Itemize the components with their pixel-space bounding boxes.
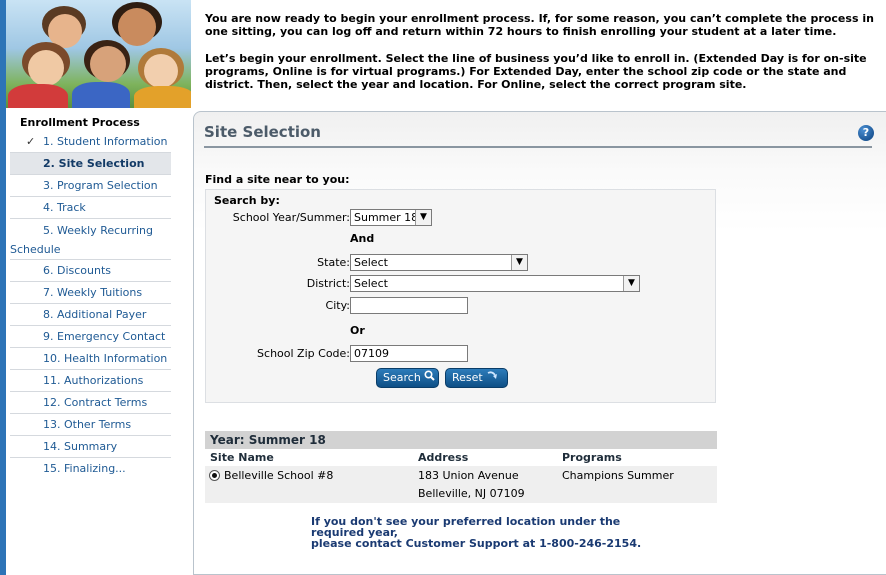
state-select[interactable]: Select ▼ xyxy=(350,254,528,271)
city-input[interactable] xyxy=(350,297,468,314)
city-label: City: xyxy=(325,299,350,312)
district-select[interactable]: Select ▼ xyxy=(350,275,640,292)
site-selection-panel: Site Selection ? Find a site near to you… xyxy=(193,111,886,575)
page-title: Site Selection xyxy=(204,123,321,141)
sidebar-item-label: 12. Contract Terms xyxy=(43,396,148,409)
search-by-label: Search by: xyxy=(214,194,280,207)
sidebar-item-program-selection[interactable]: 3. Program Selection xyxy=(10,175,171,197)
site-name-cell: Belleville School #8 xyxy=(224,469,334,482)
program-cell: Champions Summer xyxy=(562,469,674,482)
results-table: Year: Summer 18 Site Name Address Progra… xyxy=(205,431,717,503)
school-year-label: School Year/Summer: xyxy=(232,211,350,224)
sidebar-title: Enrollment Process xyxy=(20,116,140,129)
sidebar-item-site-selection[interactable]: 2. Site Selection xyxy=(10,153,171,175)
help-icon[interactable]: ? xyxy=(858,125,874,141)
sidebar-item-contract-terms[interactable]: 12. Contract Terms xyxy=(10,392,171,414)
sidebar-item-label: 7. Weekly Tuitions xyxy=(43,286,143,299)
title-divider xyxy=(204,146,872,148)
sidebar-item-label: 11. Authorizations xyxy=(43,374,144,387)
search-button-label: Search xyxy=(383,371,421,384)
district-label: District: xyxy=(306,277,350,290)
state-label: State: xyxy=(317,256,350,269)
sidebar-item-label: 5. Weekly Recurring xyxy=(43,224,153,237)
check-icon: ✓ xyxy=(26,135,36,148)
or-separator: Or xyxy=(350,324,365,337)
column-site-name: Site Name xyxy=(210,451,274,464)
address-line-2-cell: Belleville, NJ 07109 xyxy=(418,487,525,500)
sidebar-item-health-information[interactable]: 10. Health Information xyxy=(10,348,171,370)
reset-arrow-icon xyxy=(486,371,498,384)
sidebar-item-additional-payer[interactable]: 8. Additional Payer xyxy=(10,304,171,326)
sidebar-item-weekly-recurring-schedule[interactable]: 5. Weekly Recurring Schedule xyxy=(10,219,171,260)
sidebar-item-other-terms[interactable]: 13. Other Terms xyxy=(10,414,171,436)
search-icon xyxy=(424,370,435,384)
results-year-heading: Year: Summer 18 xyxy=(205,431,717,449)
reset-button[interactable]: Reset xyxy=(445,368,508,388)
address-line-1-cell: 183 Union Avenue xyxy=(418,469,519,482)
and-separator: And xyxy=(350,232,375,245)
sidebar-item-label: 1. Student Information xyxy=(43,135,168,148)
sidebar-item-discounts[interactable]: 6. Discounts xyxy=(10,260,171,282)
sidebar-item-label: 15. Finalizing... xyxy=(43,462,126,475)
sidebar-item-label-continued: Schedule xyxy=(10,243,61,256)
search-button[interactable]: Search xyxy=(376,368,439,388)
sidebar-item-weekly-tuitions[interactable]: 7. Weekly Tuitions xyxy=(10,282,171,304)
sidebar-item-track[interactable]: 4. Track xyxy=(10,197,171,219)
sidebar-item-label: 14. Summary xyxy=(43,440,118,453)
sidebar-item-label: 4. Track xyxy=(43,201,86,214)
header-kids-photo xyxy=(6,0,191,108)
state-value: Select xyxy=(354,256,388,269)
sidebar-item-label: 10. Health Information xyxy=(43,352,168,365)
sidebar-item-label: 6. Discounts xyxy=(43,264,112,277)
sidebar-item-emergency-contact[interactable]: 9. Emergency Contact xyxy=(10,326,171,348)
school-year-value: Summer 18 xyxy=(354,211,419,224)
sidebar-item-label: 9. Emergency Contact xyxy=(43,330,166,343)
zip-code-input[interactable]: 07109 xyxy=(350,345,468,362)
intro-paragraph-2: Let’s begin your enrollment. Select the … xyxy=(205,52,867,91)
customer-support-note: If you don't see your preferred location… xyxy=(311,516,641,549)
district-value: Select xyxy=(354,277,388,290)
sidebar-item-finalizing[interactable]: 15. Finalizing... xyxy=(10,458,171,480)
intro-text: You are now ready to begin your enrollme… xyxy=(205,12,886,105)
sidebar-item-label: 8. Additional Payer xyxy=(43,308,147,321)
sidebar-item-student-information[interactable]: ✓ 1. Student Information xyxy=(10,131,171,153)
column-programs: Programs xyxy=(562,451,622,464)
support-line-3: please contact Customer Support at 1-800… xyxy=(311,537,642,550)
table-row[interactable]: Belleville School #8 183 Union Avenue Be… xyxy=(205,466,717,503)
sidebar-item-label: 13. Other Terms xyxy=(43,418,132,431)
sidebar-item-label: 2. Site Selection xyxy=(43,157,145,170)
site-radio-selected[interactable] xyxy=(209,470,220,481)
sidebar-item-authorizations[interactable]: 11. Authorizations xyxy=(10,370,171,392)
enrollment-sidebar: Enrollment Process ✓ 1. Student Informat… xyxy=(10,114,171,480)
sidebar-item-label: 3. Program Selection xyxy=(43,179,158,192)
school-year-select[interactable]: Summer 18 ▼ xyxy=(350,209,432,226)
chevron-down-icon: ▼ xyxy=(511,255,527,270)
zip-code-label: School Zip Code: xyxy=(257,347,350,360)
search-form: Search by: School Year/Summer: Summer 18… xyxy=(205,189,716,403)
chevron-down-icon: ▼ xyxy=(415,210,431,225)
sidebar-item-summary[interactable]: 14. Summary xyxy=(10,436,171,458)
chevron-down-icon: ▼ xyxy=(623,276,639,291)
intro-paragraph-1: You are now ready to begin your enrollme… xyxy=(205,12,874,38)
reset-button-label: Reset xyxy=(452,371,483,384)
results-column-headers: Site Name Address Programs xyxy=(205,449,717,466)
column-address: Address xyxy=(418,451,469,464)
find-site-label: Find a site near to you: xyxy=(205,173,350,186)
